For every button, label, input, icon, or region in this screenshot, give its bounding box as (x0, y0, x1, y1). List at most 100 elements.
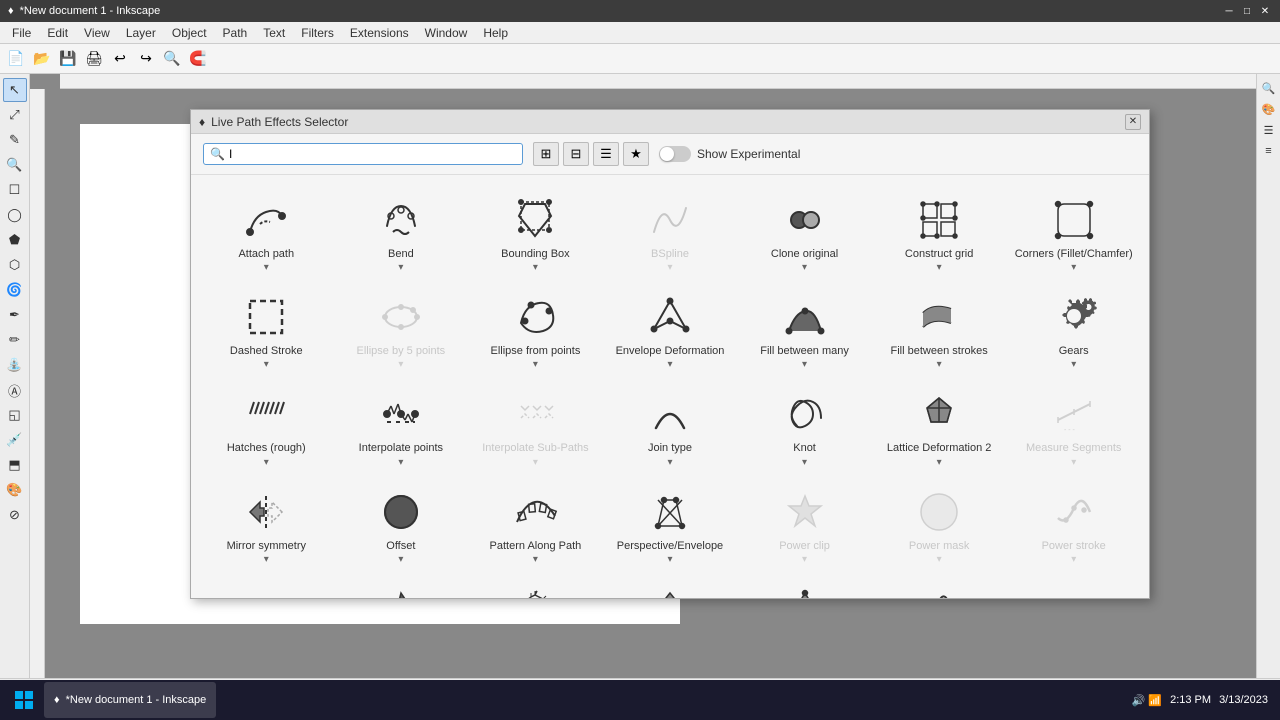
bend-label: Bend (388, 248, 414, 261)
effect-fill-strokes[interactable]: Fill between strokes ▾ (874, 282, 1005, 375)
grid-view-small-button[interactable]: ⊟ (563, 142, 589, 166)
effect-dashed-stroke[interactable]: Dashed Stroke ▾ (201, 282, 332, 375)
spray-tool[interactable]: 🎨 (3, 478, 27, 502)
snap-button[interactable]: 🧲 (186, 47, 210, 71)
envelope-chevron: ▾ (667, 359, 672, 370)
menu-path[interactable]: Path (215, 24, 256, 42)
node-tool[interactable]: ⤢ (3, 103, 27, 127)
menu-layer[interactable]: Layer (118, 24, 164, 42)
taskbar-inkscape[interactable]: ♦ *New document 1 - Inkscape (44, 682, 216, 718)
bounding-box-chevron: ▾ (533, 262, 538, 273)
rect-tool[interactable]: ☐ (3, 178, 27, 202)
favorites-view-button[interactable]: ★ (623, 142, 649, 166)
construct-grid-label: Construct grid (905, 248, 973, 261)
xml-tool-right[interactable]: ≡ (1259, 141, 1279, 161)
calligraphy-tool[interactable]: ⛲ (3, 353, 27, 377)
menu-help[interactable]: Help (475, 24, 516, 42)
hatches-icon (240, 388, 292, 440)
new-button[interactable]: 📄 (4, 47, 28, 71)
effect-knot[interactable]: Knot ▾ (739, 379, 870, 472)
connector-tool[interactable]: ⬒ (3, 453, 27, 477)
menu-bar: File Edit View Layer Object Path Text Fi… (0, 22, 1280, 44)
interp-subpaths-label: Interpolate Sub-Paths (482, 442, 588, 455)
effect-corners[interactable]: Corners (Fillet/Chamfer) ▾ (1008, 185, 1139, 278)
effect-attach-path[interactable]: Attach path ▾ (201, 185, 332, 278)
menu-object[interactable]: Object (164, 24, 215, 42)
search-input[interactable] (229, 147, 429, 161)
start-button[interactable] (4, 682, 44, 718)
eraser-tool[interactable]: ⊘ (3, 503, 27, 527)
effect-perspective[interactable]: Perspective/Envelope ▾ (605, 477, 736, 570)
effect-rotate-copies[interactable]: Rotate copies ▾ (470, 574, 601, 598)
search-box[interactable]: 🔍 (203, 143, 523, 165)
spiral-tool[interactable]: 🌀 (3, 278, 27, 302)
menu-view[interactable]: View (76, 24, 118, 42)
title-bar: ♦ *New document 1 - Inkscape ─ □ ✕ (0, 0, 1280, 22)
star-tool[interactable]: ⬟ (3, 228, 27, 252)
horizontal-ruler (60, 74, 1256, 89)
effect-ruler[interactable]: Ruler ▾ (874, 574, 1005, 598)
title-bar-controls: ─ □ ✕ (1222, 4, 1272, 18)
menu-text[interactable]: Text (255, 24, 293, 42)
print-button[interactable]: 🖨 (82, 47, 106, 71)
text-tool[interactable]: Ⓐ (3, 378, 27, 402)
experimental-toggle-switch[interactable] (659, 146, 691, 162)
effect-envelope[interactable]: Envelope Deformation ▾ (605, 282, 736, 375)
circle-tool[interactable]: ◯ (3, 203, 27, 227)
select-tool[interactable]: ↖ (3, 78, 27, 102)
effect-offset[interactable]: Offset ▾ (336, 477, 467, 570)
undo-button[interactable]: ↩ (108, 47, 132, 71)
ellipse-5-icon (375, 291, 427, 343)
effect-construct-grid[interactable]: Construct grid ▾ (874, 185, 1005, 278)
grid-view-large-button[interactable]: ⊞ (533, 142, 559, 166)
color-tool-right[interactable]: 🎨 (1259, 99, 1279, 119)
effect-bend[interactable]: Bend ▾ (336, 185, 467, 278)
3d-box-tool[interactable]: ⬡ (3, 253, 27, 277)
menu-window[interactable]: Window (417, 24, 476, 42)
effect-roughen[interactable]: Roughen ▾ (201, 574, 332, 598)
effect-mirror[interactable]: Mirror symmetry ▾ (201, 477, 332, 570)
maximize-button[interactable]: □ (1240, 4, 1254, 18)
save-button[interactable]: 💾 (56, 47, 80, 71)
minimize-button[interactable]: ─ (1222, 4, 1236, 18)
fill-strokes-label: Fill between strokes (891, 345, 988, 358)
effect-gears[interactable]: Gears ▾ (1008, 282, 1139, 375)
canvas-area[interactable]: ♦ Live Path Effects Selector ✕ 🔍 ⊞ ⊟ ☰ (30, 74, 1256, 678)
menu-file[interactable]: File (4, 24, 39, 42)
effect-interpolate[interactable]: Interpolate points ▾ (336, 379, 467, 472)
experimental-label: Show Experimental (697, 147, 800, 161)
menu-extensions[interactable]: Extensions (342, 24, 417, 42)
dropper-tool[interactable]: 💉 (3, 428, 27, 452)
effect-fill-many[interactable]: Fill between many ▾ (739, 282, 870, 375)
construct-grid-chevron: ▾ (937, 262, 942, 273)
effect-pattern-path[interactable]: Pattern Along Path ▾ (470, 477, 601, 570)
list-view-button[interactable]: ☰ (593, 142, 619, 166)
ellipse-points-icon (509, 291, 561, 343)
effect-scatter[interactable]: Scatter ▾ (336, 574, 467, 598)
menu-edit[interactable]: Edit (39, 24, 76, 42)
effect-bounding-box[interactable]: Bounding Box ▾ (470, 185, 601, 278)
title-bar-left: ♦ *New document 1 - Inkscape (8, 5, 160, 17)
zoom-in-button[interactable]: 🔍 (160, 47, 184, 71)
effect-lattice2[interactable]: Lattice Deformation 2 ▾ (874, 379, 1005, 472)
snap-button-right[interactable]: 🔍 (1259, 78, 1279, 98)
lattice2-chevron: ▾ (937, 457, 942, 468)
redo-button[interactable]: ↪ (134, 47, 158, 71)
lpe-close-button[interactable]: ✕ (1125, 114, 1141, 130)
effect-clone-original[interactable]: Clone original ▾ (739, 185, 870, 278)
effect-transform[interactable]: Transform 2Pts ▾ (739, 574, 870, 598)
align-tool-right[interactable]: ☰ (1259, 120, 1279, 140)
perspective-icon (644, 486, 696, 538)
close-button[interactable]: ✕ (1258, 4, 1272, 18)
open-button[interactable]: 📂 (30, 47, 54, 71)
pen-tool[interactable]: ✒ (3, 303, 27, 327)
pencil-tool[interactable]: ✏ (3, 328, 27, 352)
tweak-tool[interactable]: ✎ (3, 128, 27, 152)
effect-tiling[interactable]: Tiling ▾ (605, 574, 736, 598)
zoom-tool[interactable]: 🔍 (3, 153, 27, 177)
effect-ellipse-points[interactable]: Ellipse from points ▾ (470, 282, 601, 375)
gradient-tool[interactable]: ◱ (3, 403, 27, 427)
menu-filters[interactable]: Filters (293, 24, 342, 42)
effect-hatches[interactable]: Hatches (rough) ▾ (201, 379, 332, 472)
effect-join-type[interactable]: Join type ▾ (605, 379, 736, 472)
